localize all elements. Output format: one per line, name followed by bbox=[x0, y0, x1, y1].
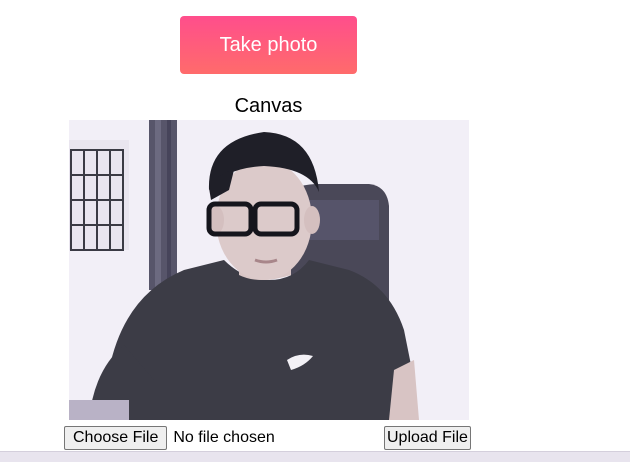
file-status-text: No file chosen bbox=[173, 429, 275, 446]
canvas-heading: Canvas bbox=[234, 95, 303, 117]
take-photo-button[interactable]: Take photo bbox=[180, 16, 357, 74]
file-input-row: Choose File No file chosen bbox=[64, 426, 275, 450]
choose-file-button[interactable]: Choose File bbox=[64, 426, 168, 450]
page: Take photo Canvas Choose File No file ch… bbox=[0, 0, 630, 462]
horizontal-scrollbar[interactable] bbox=[0, 451, 630, 462]
upload-file-button[interactable]: Upload File bbox=[384, 426, 471, 450]
photo-canvas bbox=[69, 120, 469, 420]
captured-photo bbox=[69, 120, 469, 420]
